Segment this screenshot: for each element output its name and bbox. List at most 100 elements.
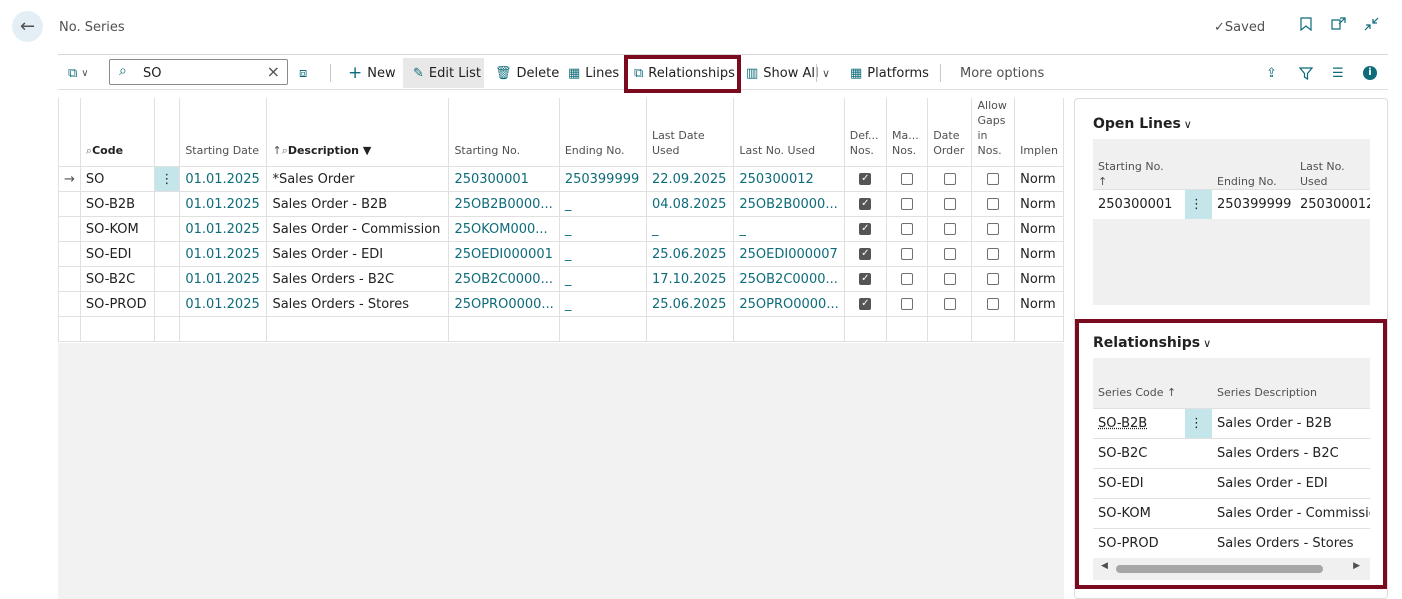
empty-cell[interactable] <box>58 316 81 342</box>
open-new-window-icon[interactable] <box>1331 17 1346 35</box>
column-header-ending-no[interactable]: Ending No. <box>1212 139 1295 189</box>
column-header-starting-date[interactable]: Starting Date <box>179 98 268 167</box>
checkbox-checked[interactable]: ✓ <box>859 223 872 235</box>
last-date-used-cell[interactable]: 04.08.2025 <box>645 191 735 217</box>
ending-no-cell[interactable]: _ <box>558 191 647 217</box>
last-date-used-cell[interactable]: 25.06.2025 <box>645 291 735 317</box>
table-row[interactable]: SO-KOM 01.01.2025 Sales Order - Commission… <box>58 216 1064 242</box>
column-header-starting-no[interactable]: Starting No. ↑ <box>1093 139 1185 189</box>
empty-cell[interactable] <box>179 316 268 342</box>
checkbox-unchecked[interactable] <box>943 198 956 210</box>
checkbox-unchecked[interactable] <box>943 173 956 185</box>
empty-cell[interactable] <box>927 316 973 342</box>
checkbox-checked[interactable]: ✓ <box>859 248 872 260</box>
clear-search-icon[interactable]: × <box>267 62 280 81</box>
implementation-cell[interactable]: Norm <box>1014 241 1064 267</box>
table-row[interactable]: → SO ⋮ 01.01.2025 *Sales Order 250300001 25039… <box>58 166 1064 192</box>
starting-no-cell[interactable]: 25OB2B0000... <box>448 191 560 217</box>
platforms-button[interactable]: ▦ Platforms <box>850 58 929 88</box>
starting-date-cell[interactable]: 01.01.2025 <box>179 241 268 267</box>
last-date-used-cell[interactable]: 17.10.2025 <box>645 266 735 292</box>
ending-no-cell[interactable]: _ <box>558 266 647 292</box>
empty-cell[interactable] <box>1014 316 1064 342</box>
column-header-starting-no[interactable]: Starting No. <box>448 98 560 167</box>
empty-cell[interactable] <box>266 316 450 342</box>
checkbox-unchecked[interactable] <box>987 223 1000 235</box>
table-row[interactable]: SO-PROD 01.01.2025 Sales Orders - Stores 25… <box>58 291 1064 317</box>
description-cell[interactable]: Sales Order - B2B <box>266 191 450 217</box>
checkbox-checked[interactable]: ✓ <box>859 198 872 210</box>
implementation-cell[interactable]: Norm <box>1014 191 1064 217</box>
empty-cell[interactable] <box>558 316 647 342</box>
list-view-icon[interactable]: ☰ <box>1332 58 1344 88</box>
last-no-used-cell[interactable]: 25OEDI000007 <box>733 241 845 267</box>
code-cell[interactable]: SO-KOM <box>79 216 156 242</box>
implementation-cell[interactable]: Norm <box>1014 216 1064 242</box>
starting-no-cell[interactable]: 250300001 <box>448 166 560 192</box>
checkbox-unchecked[interactable] <box>943 248 956 260</box>
share-icon[interactable]: ⇪ <box>1266 58 1277 88</box>
code-cell[interactable]: SO-PROD <box>79 291 156 317</box>
row-actions-icon[interactable]: ⋮ <box>154 166 181 192</box>
column-header-default-nos[interactable]: Def... Nos. <box>843 98 888 167</box>
table-row[interactable]: SO-B2B 01.01.2025 Sales Order - B2B 25OB2B0… <box>58 191 1064 217</box>
search-input[interactable]: ⌕ SO × <box>109 59 288 85</box>
ending-no-cell[interactable]: _ <box>558 291 647 317</box>
checkbox-checked[interactable]: ✓ <box>859 298 872 310</box>
implementation-cell[interactable]: Norm <box>1014 266 1064 292</box>
column-header-last-date-used[interactable]: Last Date Used <box>645 98 735 167</box>
checkbox-unchecked[interactable] <box>987 248 1000 260</box>
description-cell[interactable]: *Sales Order <box>266 166 450 192</box>
description-cell[interactable]: Sales Orders - B2C <box>266 266 450 292</box>
starting-date-cell[interactable]: 01.01.2025 <box>179 291 268 317</box>
show-all-button[interactable]: ▥ Show All <box>746 58 819 88</box>
last-date-used-cell[interactable]: _ <box>645 216 735 242</box>
open-lines-row[interactable]: 250300001 ⋮ 250399999 250300012 <box>1093 189 1370 219</box>
code-cell[interactable]: SO <box>79 166 156 192</box>
last-no-used-cell[interactable]: 25OB2B0000... <box>733 191 845 217</box>
ending-no-cell[interactable]: 250399999 <box>558 166 647 192</box>
bookmark-icon[interactable] <box>1300 17 1312 35</box>
layout-button[interactable]: ⧈ <box>299 58 312 88</box>
checkbox-unchecked[interactable] <box>987 173 1000 185</box>
info-icon[interactable]: i <box>1363 58 1377 88</box>
starting-no-cell[interactable]: 25OKOM000... <box>448 216 560 242</box>
last-no-used-cell[interactable]: _ <box>733 216 845 242</box>
implementation-cell[interactable]: Norm <box>1014 291 1064 317</box>
empty-cell[interactable] <box>733 316 845 342</box>
ending-no-cell[interactable]: _ <box>558 216 647 242</box>
description-cell[interactable]: Sales Orders - Stores <box>266 291 450 317</box>
last-date-used-cell[interactable]: 25.06.2025 <box>645 241 735 267</box>
checkbox-unchecked[interactable] <box>901 298 914 310</box>
checkbox-unchecked[interactable] <box>901 248 914 260</box>
empty-cell[interactable] <box>886 316 929 342</box>
row-actions-icon[interactable]: ⋮ <box>1185 189 1212 219</box>
column-header-date-order[interactable]: Date Order <box>927 98 973 167</box>
checkbox-unchecked[interactable] <box>987 198 1000 210</box>
starting-no-cell[interactable]: 25OPRO0000... <box>448 291 560 317</box>
empty-cell[interactable] <box>79 316 156 342</box>
description-cell[interactable]: Sales Order - Commission <box>266 216 450 242</box>
column-header-code[interactable]: ⌕Code <box>79 98 156 167</box>
column-header-ending-no[interactable]: Ending No. <box>558 98 647 167</box>
code-cell[interactable]: SO-B2B <box>79 191 156 217</box>
column-header-description[interactable]: ↑⌕Description ▼ <box>266 98 450 167</box>
ending-no-cell[interactable]: _ <box>558 241 647 267</box>
lines-button[interactable]: ▦ Lines <box>568 58 619 88</box>
code-cell[interactable]: SO-B2C <box>79 266 156 292</box>
last-no-used-cell[interactable]: 25OPRO0000... <box>733 291 845 317</box>
table-row[interactable]: SO-EDI 01.01.2025 Sales Order - EDI 25OEDI0… <box>58 241 1064 267</box>
starting-date-cell[interactable]: 01.01.2025 <box>179 191 268 217</box>
empty-row[interactable] <box>58 316 1064 342</box>
starting-date-cell[interactable]: 01.01.2025 <box>179 216 268 242</box>
column-header-implementation[interactable]: Implen <box>1014 98 1064 167</box>
code-cell[interactable]: SO-EDI <box>79 241 156 267</box>
checkbox-unchecked[interactable] <box>901 198 914 210</box>
open-lines-title[interactable]: Open Lines ∨ <box>1093 116 1192 132</box>
edit-list-button[interactable]: ✎ Edit List <box>403 58 484 88</box>
checkbox-unchecked[interactable] <box>901 223 914 235</box>
starting-date-cell[interactable]: 01.01.2025 <box>179 266 268 292</box>
checkbox-unchecked[interactable] <box>987 273 1000 285</box>
last-no-used-cell[interactable]: 25OB2C0000... <box>733 266 845 292</box>
filter-icon[interactable] <box>1299 58 1313 88</box>
